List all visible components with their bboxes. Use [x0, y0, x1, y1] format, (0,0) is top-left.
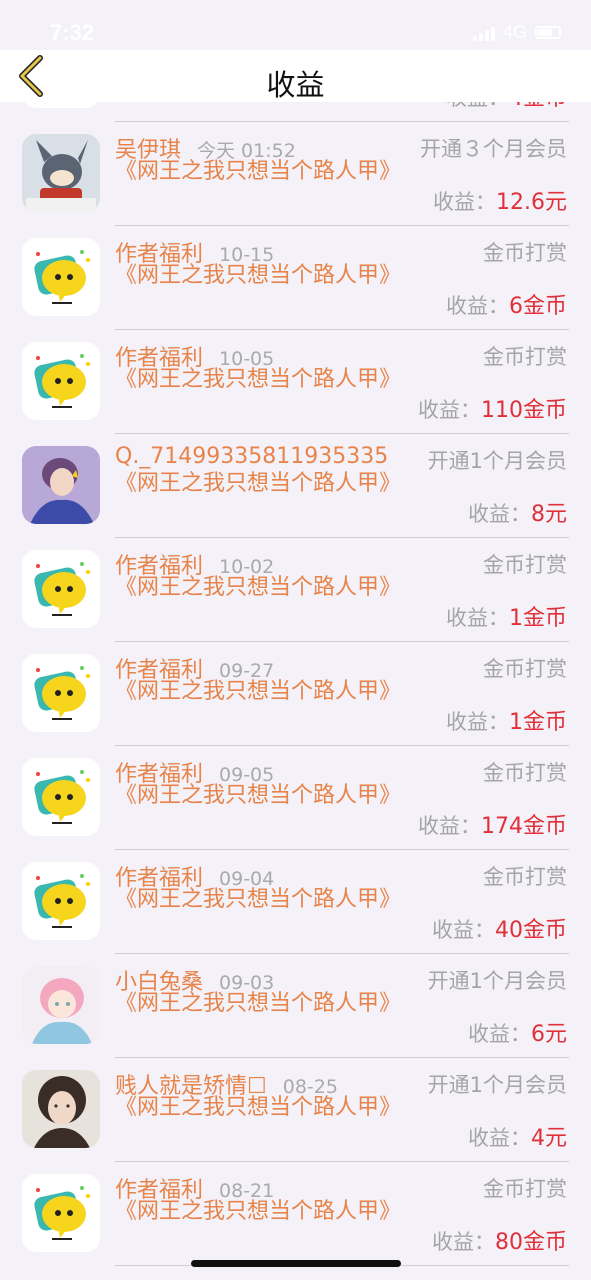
status-indicators: 4G: [472, 22, 561, 43]
home-indicator: [191, 1260, 401, 1267]
earnings-value: 8元: [531, 502, 567, 527]
avatar[interactable]: [22, 862, 100, 940]
status-time: 7:32: [50, 20, 95, 45]
avatar[interactable]: [22, 342, 100, 420]
avatar[interactable]: [22, 1070, 100, 1148]
earnings-label: 收益：: [418, 814, 481, 838]
earnings-value: 6元: [531, 1022, 567, 1047]
transaction-type: 金币打赏: [483, 345, 567, 369]
book-title: 《网王之我只想当个路人甲》: [115, 1199, 402, 1224]
list-item[interactable]: 吴伊琪 今天 01:52 开通３个月会员 《网王之我只想当个路人甲》 收益：12.…: [0, 122, 591, 226]
list-item[interactable]: 作者福利 10-05 金币打赏 《网王之我只想当个路人甲》 收益：110金币: [0, 330, 591, 434]
book-title: 《网王之我只想当个路人甲》: [115, 1095, 402, 1120]
transaction-type: 开通３个月会员: [420, 137, 567, 161]
user-name-text: Q._714993358119353​35: [115, 444, 389, 469]
transaction-type: 金币打赏: [483, 1177, 567, 1201]
signal-icon: [472, 25, 495, 41]
book-title: 《网王之我只想当个路人甲》: [115, 679, 402, 704]
book-title: 《网王之我只想当个路人甲》: [115, 159, 402, 184]
earnings-value: 1金币: [509, 710, 567, 735]
earnings: 收益：80金币: [432, 1224, 567, 1256]
earnings-label: 收益：: [468, 1022, 531, 1046]
transaction-type: 金币打赏: [483, 657, 567, 681]
avatar[interactable]: [22, 966, 100, 1044]
earnings-value: 12.6元: [496, 190, 567, 215]
avatar[interactable]: [22, 1174, 100, 1252]
earnings: 收益：40金币: [432, 912, 567, 944]
transaction-type: 开通1个月会员: [427, 449, 567, 473]
earnings-label: 收益：: [432, 918, 495, 942]
book-title: 《网王之我只想当个路人甲》: [115, 887, 402, 912]
list-item[interactable]: 作者福利 09-05 金币打赏 《网王之我只想当个路人甲》 收益：174金币: [0, 746, 591, 850]
avatar[interactable]: [22, 654, 100, 732]
nav-bar: 收益: [0, 50, 591, 102]
earnings-value: 110金币: [481, 398, 567, 423]
list-item[interactable]: 作者福利 10-02 金币打赏 《网王之我只想当个路人甲》 收益：1金币: [0, 538, 591, 642]
avatar[interactable]: [22, 550, 100, 628]
earnings-value: 174金币: [481, 814, 567, 839]
transaction-type: 开通1个月会员: [427, 1073, 567, 1097]
book-title: 《网王之我只想当个路人甲》: [115, 991, 402, 1016]
book-title: 《网王之我只想当个路人甲》: [115, 263, 402, 288]
earnings-label: 收益：: [446, 294, 509, 318]
earnings: 收益：8元: [468, 496, 567, 528]
list-item[interactable]: 作者福利 09-27 金币打赏 《网王之我只想当个路人甲》 收益：1金币: [0, 642, 591, 746]
transaction-type: 金币打赏: [483, 761, 567, 785]
earnings-value: 40金币: [495, 918, 567, 943]
page-title: 收益: [266, 68, 325, 102]
earnings: 收益：12.6元: [433, 184, 567, 216]
earnings-value: 6金币: [509, 294, 567, 319]
avatar[interactable]: [22, 134, 100, 212]
status-bar: 7:32 4G: [0, 0, 591, 50]
battery-icon: [535, 26, 561, 39]
list-item[interactable]: 贱人就是矫情☐ 08-25 开通1个月会员 《网王之我只想当个路人甲》 收益：4元: [0, 1058, 591, 1162]
avatar[interactable]: [22, 238, 100, 316]
earnings: 收益：4元: [468, 1120, 567, 1152]
list-item[interactable]: 作者福利 10-15 金币打赏 《网王之我只想当个路人甲》 收益：6金币: [0, 226, 591, 330]
earnings: 收益：1金币: [446, 600, 567, 632]
book-title: 《网王之我只想当个路人甲》: [115, 783, 402, 808]
earnings-label: 收益：: [446, 606, 509, 630]
list-item[interactable]: 《网王之我只想当个路人甲》 收益：4金币: [0, 102, 591, 122]
earnings: 收益：110金币: [418, 392, 567, 424]
book-title: 《网王之我只想当个路人甲》: [115, 471, 402, 496]
earnings: 收益：174金币: [418, 808, 567, 840]
earnings-label: 收益：: [446, 710, 509, 734]
avatar[interactable]: [22, 446, 100, 524]
earnings-label: 收益：: [433, 190, 496, 214]
list-item[interactable]: 作者福利 09-04 金币打赏 《网王之我只想当个路人甲》 收益：40金币: [0, 850, 591, 954]
earnings-label: 收益：: [468, 1126, 531, 1150]
list-item[interactable]: Q._714993358119353​35 开通1个月会员 《网王之我只想当个路…: [0, 434, 591, 538]
transaction-type: 金币打赏: [483, 241, 567, 265]
earnings-value: 4元: [531, 1126, 567, 1151]
earnings-list[interactable]: 《网王之我只想当个路人甲》 收益：4金币 吴伊琪今天 01:52 开通３个月会员…: [0, 102, 591, 1280]
avatar[interactable]: [22, 758, 100, 836]
earnings-value: 80金币: [495, 1230, 567, 1255]
user-name: Q._714993358119353​35: [115, 444, 404, 469]
transaction-type: 金币打赏: [483, 553, 567, 577]
earnings-value: 1金币: [509, 606, 567, 631]
network-label: 4G: [502, 22, 527, 42]
transaction-type: 金币打赏: [483, 865, 567, 889]
earnings-label: 收益：: [468, 502, 531, 526]
list-item[interactable]: 作者福利 08-21 金币打赏 《网王之我只想当个路人甲》 收益：80金币: [0, 1162, 591, 1266]
earnings: 收益：6金币: [446, 288, 567, 320]
book-title: 《网王之我只想当个路人甲》: [115, 367, 402, 392]
book-title: 《网王之我只想当个路人甲》: [115, 575, 402, 600]
earnings: 收益：1金币: [446, 704, 567, 736]
list-item[interactable]: 小白兔桑 09-03 开通1个月会员 《网王之我只想当个路人甲》 收益：6元: [0, 954, 591, 1058]
earnings-label: 收益：: [418, 398, 481, 422]
transaction-type: 开通1个月会员: [427, 969, 567, 993]
earnings-label: 收益：: [432, 1230, 495, 1254]
earnings: 收益：6元: [468, 1016, 567, 1048]
